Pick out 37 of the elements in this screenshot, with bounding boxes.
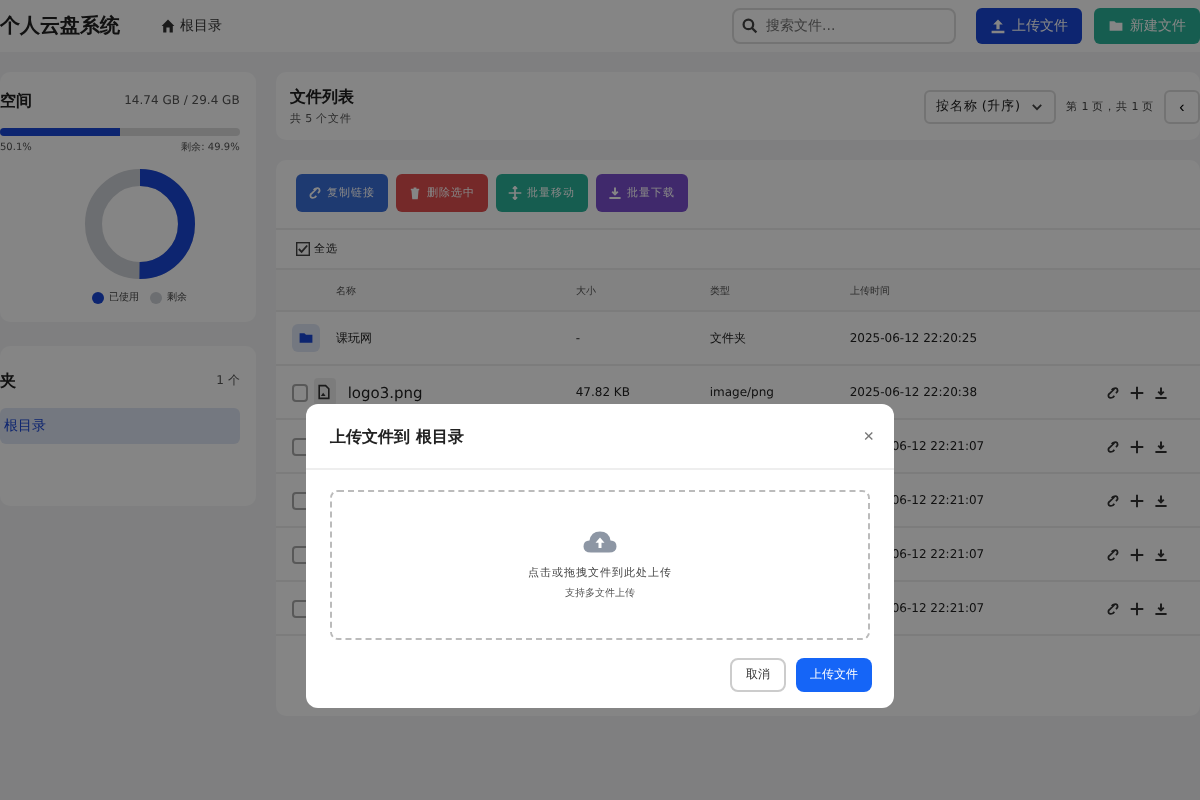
move-icon[interactable] <box>1129 493 1144 507</box>
card-title: 夹 <box>0 370 16 392</box>
app-title: 个人云盘系统 <box>0 13 120 40</box>
download-icon[interactable] <box>1153 601 1168 615</box>
move-icon[interactable] <box>1129 601 1144 615</box>
download-icon[interactable] <box>1153 385 1168 399</box>
download-icon[interactable] <box>1153 493 1168 507</box>
folder-icon <box>291 324 320 352</box>
checkbox-icon[interactable] <box>295 242 310 256</box>
move-icon <box>508 186 523 200</box>
image-file-icon <box>314 378 336 406</box>
upload-icon <box>990 18 1006 34</box>
cloud-upload-icon <box>582 530 618 554</box>
trash-icon <box>408 186 423 200</box>
link-icon[interactable] <box>1105 439 1120 453</box>
row-checkbox[interactable] <box>291 383 309 401</box>
folder-icon <box>1108 18 1124 34</box>
download-icon[interactable] <box>1153 547 1168 561</box>
link-icon[interactable] <box>1105 547 1120 561</box>
prev-page-button[interactable]: ‹ <box>1164 89 1200 123</box>
move-icon[interactable] <box>1129 439 1144 453</box>
close-button[interactable]: × <box>863 426 874 446</box>
download-icon <box>608 186 623 200</box>
move-icon[interactable] <box>1129 385 1144 399</box>
link-icon <box>308 186 323 200</box>
legend-dot <box>150 291 163 303</box>
chevron-down-icon <box>1030 99 1044 113</box>
home-icon <box>160 18 176 34</box>
link-icon[interactable] <box>1105 385 1120 399</box>
link-icon[interactable] <box>1105 493 1120 507</box>
card-title: 空间 <box>0 90 32 112</box>
card-title: 文件列表 <box>289 86 354 108</box>
move-icon[interactable] <box>1129 547 1144 561</box>
dialog-title: 上传文件到 根目录 <box>330 425 464 447</box>
legend-dot <box>92 291 105 303</box>
link-icon[interactable] <box>1105 601 1120 615</box>
download-icon[interactable] <box>1153 439 1168 453</box>
